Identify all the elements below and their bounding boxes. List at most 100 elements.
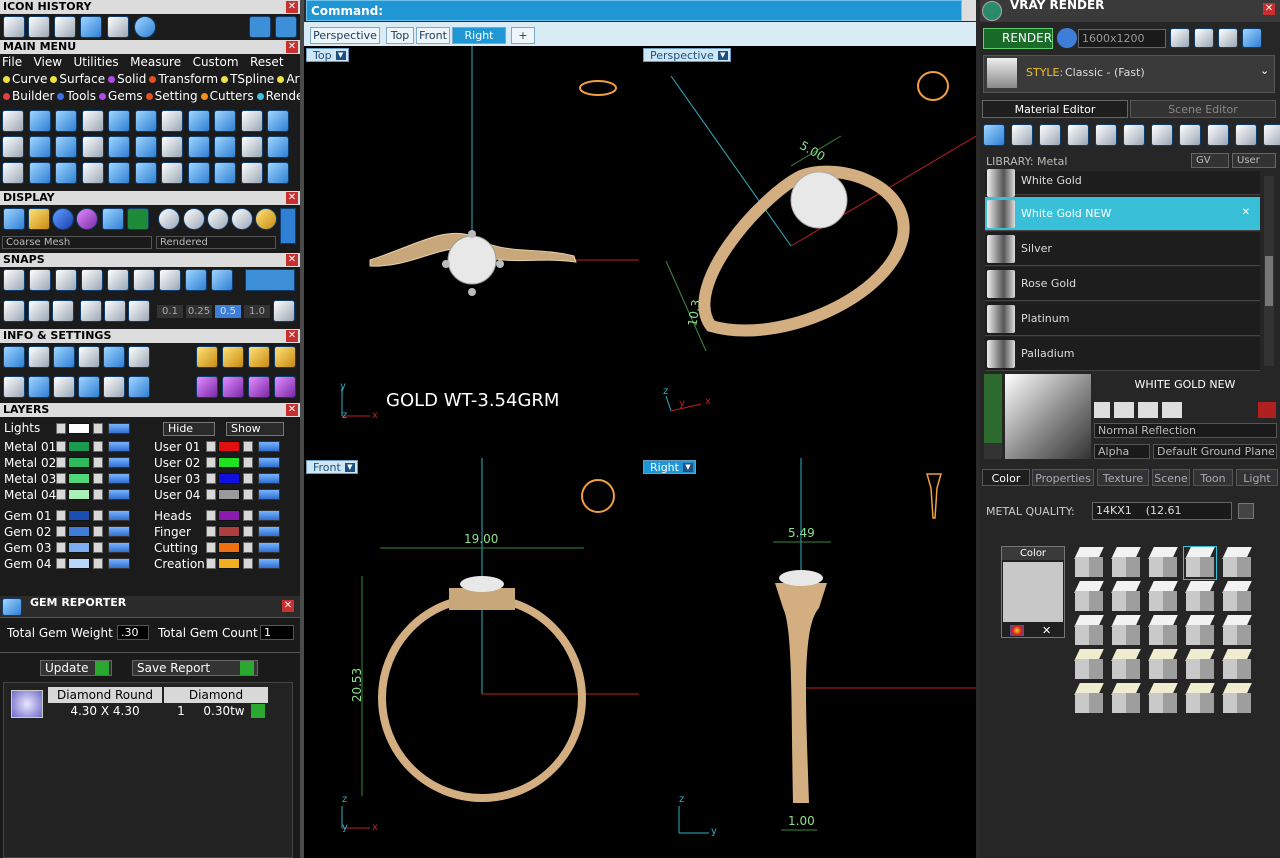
menu-item-row2-1[interactable]: Surface xyxy=(49,72,105,86)
menu-file[interactable]: File xyxy=(2,55,22,69)
tool-icon[interactable] xyxy=(134,162,157,184)
settings-icon[interactable] xyxy=(196,346,218,368)
layer-color-swatch[interactable] xyxy=(68,510,90,521)
lock-icon[interactable] xyxy=(243,489,253,500)
metal-color-swatch[interactable] xyxy=(1073,547,1105,579)
snap-icon[interactable] xyxy=(104,300,126,322)
tool-icon[interactable] xyxy=(214,162,236,184)
tool-icon[interactable] xyxy=(187,136,210,158)
layer-color-swatch[interactable] xyxy=(218,457,240,468)
chevron-down-icon[interactable]: ▼ xyxy=(344,463,355,472)
chevron-down-icon[interactable]: ▼ xyxy=(682,463,693,472)
list-icon[interactable] xyxy=(1218,28,1238,48)
color-swatch[interactable] xyxy=(1003,562,1063,622)
material-type-icon[interactable] xyxy=(1123,124,1145,146)
visibility-icon[interactable] xyxy=(108,526,130,537)
expand-icon[interactable] xyxy=(56,473,66,484)
expand-icon[interactable] xyxy=(56,542,66,553)
material-item[interactable]: Rose Gold xyxy=(985,267,1260,301)
tool-icon[interactable] xyxy=(240,110,263,132)
material-type-icon[interactable] xyxy=(1207,124,1229,146)
ground-plane-select[interactable]: Default Ground Plane xyxy=(1153,444,1277,459)
snap-icon[interactable] xyxy=(52,300,74,322)
layer-color-swatch[interactable] xyxy=(218,473,240,484)
tab-material-editor[interactable]: Material Editor xyxy=(982,100,1128,118)
tool-icon[interactable] xyxy=(54,16,76,38)
snap-icon[interactable] xyxy=(28,300,50,322)
material-sphere-icon[interactable] xyxy=(231,208,253,230)
tool-icon[interactable] xyxy=(134,136,157,158)
settings-icon[interactable] xyxy=(222,346,244,368)
viewport-top[interactable]: Top ▼ GOLD WT-3.54GRM y z x xyxy=(304,46,639,456)
lock-icon[interactable] xyxy=(93,441,103,452)
material-type-icon[interactable] xyxy=(1011,124,1033,146)
tool-icon[interactable] xyxy=(28,136,51,158)
settings-icon[interactable] xyxy=(274,346,296,368)
visibility-icon[interactable] xyxy=(108,441,130,452)
settings-icon[interactable] xyxy=(248,346,270,368)
close-icon[interactable]: ✕ xyxy=(1263,3,1275,15)
material-sphere-icon[interactable] xyxy=(183,208,205,230)
tool-icon[interactable] xyxy=(28,110,51,132)
menu-measure[interactable]: Measure xyxy=(130,55,181,69)
view-tab-right[interactable]: Right xyxy=(452,27,506,44)
tool-icon[interactable] xyxy=(81,110,104,132)
menu-view[interactable]: View xyxy=(34,55,62,69)
prop-tab-toon[interactable]: Toon xyxy=(1193,469,1233,486)
prop-tab-properties[interactable]: Properties xyxy=(1032,469,1094,486)
display-mode-icon[interactable] xyxy=(102,208,124,230)
settings-icon[interactable] xyxy=(28,376,50,398)
snap-value-1[interactable]: 0.1 xyxy=(157,305,183,318)
layer-color-swatch[interactable] xyxy=(68,441,90,452)
layer-color-swatch[interactable] xyxy=(218,441,240,452)
metal-color-swatch[interactable] xyxy=(1073,615,1105,647)
material-type-icon[interactable] xyxy=(1039,124,1061,146)
tool-icon[interactable] xyxy=(108,136,130,158)
grid-icon[interactable] xyxy=(3,300,25,322)
menu-reset[interactable]: Reset xyxy=(250,54,284,70)
prop-tab-color[interactable]: Color xyxy=(982,469,1030,486)
metal-color-swatch[interactable] xyxy=(1073,649,1105,681)
tool-icon[interactable] xyxy=(107,16,129,38)
lock-icon[interactable] xyxy=(243,526,253,537)
menu-item-row3-4[interactable]: Cutters xyxy=(200,89,254,103)
snap-icon[interactable] xyxy=(133,269,155,291)
metal-color-swatch[interactable] xyxy=(1110,683,1142,715)
tool-icon[interactable] xyxy=(161,110,183,132)
menu-utilities[interactable]: Utilities xyxy=(73,55,118,69)
tool-icon[interactable] xyxy=(134,110,157,132)
expand-icon[interactable] xyxy=(56,526,66,537)
render-settings-icon[interactable] xyxy=(1057,28,1077,48)
refresh-icon[interactable] xyxy=(1258,402,1276,418)
close-icon[interactable]: ✕ xyxy=(286,192,298,204)
tool-icon[interactable] xyxy=(55,110,77,132)
lock-icon[interactable] xyxy=(93,489,103,500)
metal-color-swatch[interactable] xyxy=(1147,547,1179,579)
settings-icon[interactable] xyxy=(53,376,75,398)
tool-icon[interactable] xyxy=(108,162,130,184)
menu-item-row2-3[interactable]: Transform xyxy=(148,72,218,86)
save-icon[interactable] xyxy=(28,16,50,38)
mesh-select[interactable]: Coarse Mesh xyxy=(2,236,152,249)
tool-icon[interactable] xyxy=(267,136,289,158)
reflection-select[interactable]: Normal Reflection xyxy=(1094,423,1277,438)
menu-item-row2-0[interactable]: Curve xyxy=(2,72,47,86)
lights-swatch[interactable] xyxy=(68,423,90,434)
lock-icon[interactable] xyxy=(93,423,103,434)
settings-icon[interactable] xyxy=(78,376,100,398)
layer-color-swatch[interactable] xyxy=(218,526,240,537)
snap-icon[interactable] xyxy=(29,269,51,291)
display-mode-icon[interactable] xyxy=(127,208,149,230)
lock-icon[interactable] xyxy=(93,526,103,537)
material-sphere-icon[interactable] xyxy=(158,208,180,230)
settings-icon[interactable] xyxy=(53,346,75,368)
settings-icon[interactable] xyxy=(274,376,296,398)
settings-icon[interactable] xyxy=(128,376,150,398)
visibility-icon[interactable] xyxy=(108,542,130,553)
tool-icon[interactable] xyxy=(2,136,24,158)
snap-icon[interactable] xyxy=(81,269,103,291)
tool-icon[interactable] xyxy=(214,110,236,132)
tool-icon[interactable] xyxy=(80,16,102,38)
play-icon[interactable] xyxy=(251,704,265,718)
menu-item-row2-4[interactable]: TSpline xyxy=(220,72,274,86)
